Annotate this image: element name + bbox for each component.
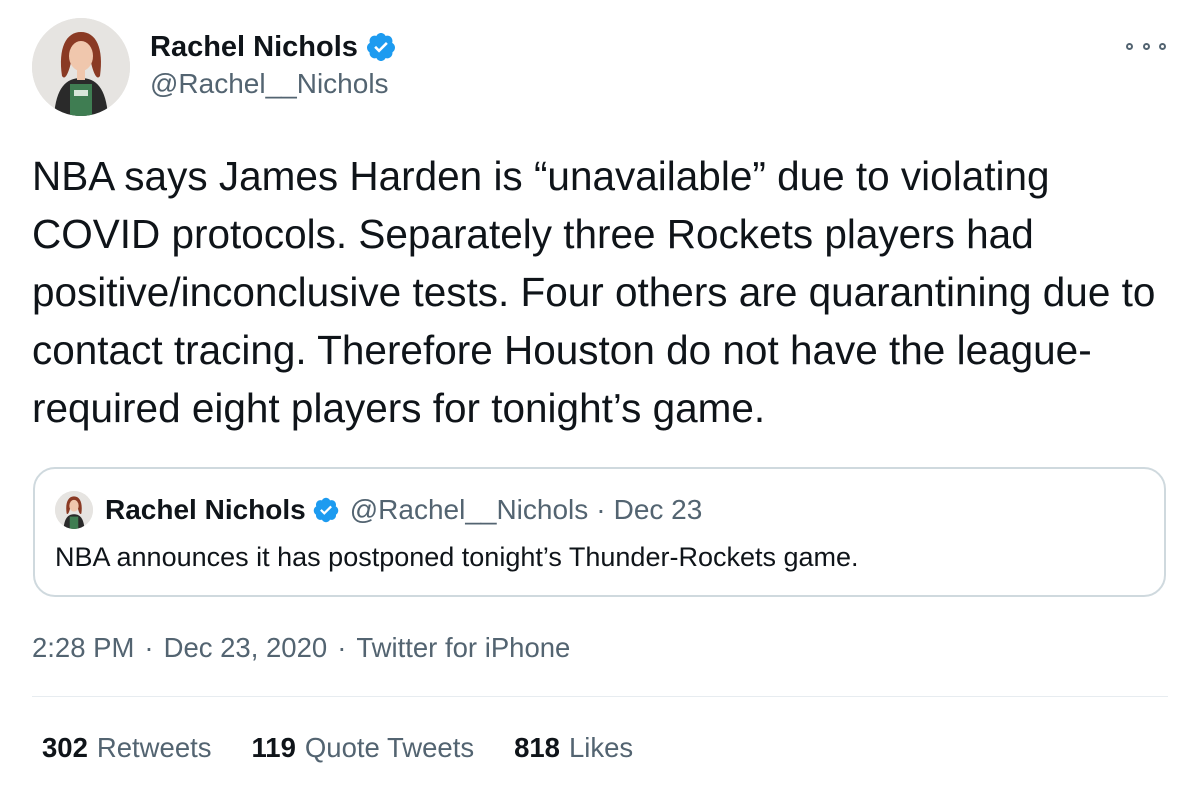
quote-tweets-count: 119 — [251, 732, 296, 763]
tweet-time[interactable]: 2:28 PM — [32, 632, 134, 664]
likes-label: Likes — [568, 732, 634, 763]
author-name-row[interactable]: Rachel Nichols — [150, 28, 397, 66]
retweets-count: 302 — [42, 732, 88, 763]
quoted-author-handle: @Rachel__Nichols — [349, 494, 589, 525]
meta-separator: · — [337, 632, 347, 663]
quoted-author-avatar — [55, 491, 93, 529]
likes-count: 818 — [514, 732, 560, 763]
tweet-date[interactable]: Dec 23, 2020 — [164, 632, 328, 664]
author-display-name[interactable]: Rachel Nichols — [150, 31, 358, 64]
quoted-separator: · — [596, 494, 606, 525]
divider — [32, 696, 1168, 697]
quoted-tweet-text: NBA announces it has postponed tonight’s… — [55, 542, 859, 572]
retweets-stat[interactable]: 302 Retweets — [42, 732, 212, 764]
more-options-icon[interactable] — [1126, 36, 1166, 56]
author-avatar[interactable] — [32, 18, 130, 116]
quoted-tweet-date: Dec 23 — [613, 494, 703, 525]
tweet-text: NBA says James Harden is “unavailable” d… — [32, 153, 1156, 431]
quoted-author-name: Rachel Nichols — [105, 494, 306, 525]
verified-badge-icon — [365, 31, 397, 63]
verified-badge-icon — [312, 496, 340, 524]
more-dot — [1142, 42, 1150, 50]
quoted-tweet-header: Rachel Nichols @Rachel__Nichols · Dec 23 — [105, 491, 702, 529]
engagement-stats: 302 Retweets 119 Quote Tweets 818 Likes — [42, 728, 673, 768]
quote-tweets-stat[interactable]: 119 Quote Tweets — [252, 732, 475, 764]
retweets-label: Retweets — [96, 732, 212, 763]
tweet-detail: Rachel Nichols @Rachel__Nichols NBA says… — [0, 0, 1198, 794]
quote-tweets-label: Quote Tweets — [304, 732, 475, 763]
meta-separator: · — [144, 632, 154, 663]
more-dot — [1159, 42, 1166, 50]
author-handle[interactable]: @Rachel__Nichols — [150, 68, 389, 100]
tweet-source[interactable]: Twitter for iPhone — [356, 632, 570, 664]
more-dot — [1126, 42, 1133, 50]
tweet-meta: 2:28 PM · Dec 23, 2020 · Twitter for iPh… — [32, 629, 570, 667]
likes-stat[interactable]: 818 Likes — [514, 732, 633, 764]
quoted-tweet-card[interactable]: Rachel Nichols @Rachel__Nichols · Dec 23… — [33, 467, 1166, 597]
